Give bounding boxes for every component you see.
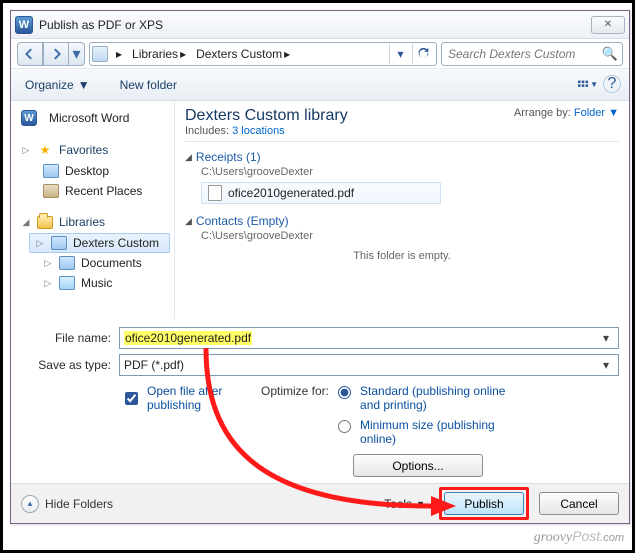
- star-icon: ★: [37, 142, 53, 158]
- nav-word[interactable]: WMicrosoft Word: [15, 107, 170, 129]
- search-box[interactable]: 🔍: [441, 42, 623, 66]
- nav-favorites[interactable]: ▷★Favorites: [15, 139, 170, 161]
- arrange-by-dropdown[interactable]: Folder ▼: [574, 107, 619, 119]
- pdf-file-icon: [208, 185, 222, 201]
- nav-back-forward: ▾: [17, 42, 85, 66]
- optimize-for-label: Optimize for:: [261, 384, 329, 398]
- group-header[interactable]: ◢Receipts (1): [185, 150, 619, 164]
- recent-icon: [43, 184, 59, 198]
- chevron-down-icon[interactable]: ▾: [598, 358, 614, 372]
- optimize-minimum-radio[interactable]: Minimum size (publishing online): [333, 418, 520, 446]
- view-mode-button[interactable]: ▼: [577, 75, 599, 95]
- optimize-standard-radio[interactable]: Standard (publishing online and printing…: [333, 384, 520, 412]
- group-header[interactable]: ◢Contacts (Empty): [185, 214, 619, 228]
- cancel-button[interactable]: Cancel: [539, 492, 619, 515]
- nav-back-button[interactable]: [17, 42, 43, 66]
- desktop-icon: [43, 164, 59, 178]
- file-name: ofice2010generated.pdf: [228, 186, 354, 200]
- search-icon: 🔍: [602, 46, 618, 62]
- refresh-button[interactable]: [412, 44, 434, 64]
- dialog-window: W Publish as PDF or XPS ✕ ▾ ▸ Libraries …: [10, 10, 630, 524]
- form-area: File name: ofice2010generated.pdf ▾ Save…: [11, 319, 629, 483]
- nav-forward-button[interactable]: [43, 42, 69, 66]
- group-path: C:\Users\grooveDexter: [201, 230, 619, 242]
- nav-recent[interactable]: Recent Places: [15, 181, 170, 201]
- nav-desktop[interactable]: Desktop: [15, 161, 170, 181]
- publish-button[interactable]: Publish: [444, 492, 524, 515]
- saveas-label: Save as type:: [21, 358, 111, 372]
- filename-value: ofice2010generated.pdf: [124, 331, 252, 345]
- empty-message: This folder is empty.: [185, 250, 619, 262]
- library-icon: [51, 236, 67, 250]
- crumb-folder[interactable]: Dexters Custom ▸: [192, 45, 294, 63]
- nav-dexters-custom[interactable]: ▷Dexters Custom: [29, 233, 170, 253]
- optimize-standard-input[interactable]: [338, 386, 351, 399]
- group-contacts: ◢Contacts (Empty) C:\Users\grooveDexter: [185, 214, 619, 242]
- location-icon: [92, 46, 108, 62]
- watermark: groovyPost.com: [534, 528, 624, 546]
- organize-menu[interactable]: Organize ▼: [19, 74, 96, 96]
- group-receipts: ◢Receipts (1) C:\Users\grooveDexter ofic…: [185, 150, 619, 204]
- includes-link[interactable]: 3 locations: [232, 125, 285, 137]
- nav-libraries[interactable]: ◢Libraries: [15, 211, 170, 233]
- address-bar[interactable]: ▸ Libraries ▸ Dexters Custom ▸ ▾: [89, 42, 437, 66]
- saveas-combo[interactable]: PDF (*.pdf) ▾: [119, 354, 619, 376]
- nav-documents[interactable]: ▷Documents: [15, 253, 170, 273]
- open-after-checkbox[interactable]: Open file after publishing: [121, 384, 261, 412]
- content-pane: Dexters Custom library Includes: 3 locat…: [175, 101, 629, 319]
- chevron-up-icon: ▲: [21, 495, 39, 513]
- window-title: Publish as PDF or XPS: [39, 18, 591, 32]
- address-row: ▾ ▸ Libraries ▸ Dexters Custom ▸ ▾ 🔍: [11, 39, 629, 69]
- toolbar: Organize ▼ New folder ▼ ?: [11, 69, 629, 101]
- new-folder-button[interactable]: New folder: [114, 74, 183, 96]
- crumb-libraries[interactable]: Libraries ▸: [128, 45, 190, 63]
- main-area: WMicrosoft Word ▷★Favorites Desktop Rece…: [11, 101, 629, 319]
- publish-highlight: Publish: [439, 487, 529, 520]
- file-item[interactable]: ofice2010generated.pdf: [201, 182, 441, 204]
- nav-history-dropdown[interactable]: ▾: [69, 42, 85, 66]
- help-button[interactable]: ?: [603, 75, 621, 93]
- includes-label: Includes:: [185, 125, 229, 137]
- hide-folders-button[interactable]: ▲ Hide Folders: [21, 495, 113, 513]
- library-title: Dexters Custom library: [185, 107, 348, 125]
- documents-icon: [59, 256, 75, 270]
- word-app-icon: W: [15, 16, 33, 34]
- music-icon: [59, 276, 75, 290]
- titlebar: W Publish as PDF or XPS ✕: [11, 11, 629, 39]
- options-button[interactable]: Options...: [353, 454, 483, 477]
- footer: ▲ Hide Folders Tools ▼ Publish Cancel: [11, 483, 629, 523]
- libraries-icon: [37, 214, 53, 230]
- close-button[interactable]: ✕: [591, 16, 625, 34]
- group-path: C:\Users\grooveDexter: [201, 166, 619, 178]
- open-after-input[interactable]: [125, 392, 138, 405]
- arrange-by-label: Arrange by:: [514, 107, 571, 119]
- filename-label: File name:: [21, 331, 111, 345]
- saveas-value: PDF (*.pdf): [124, 358, 184, 372]
- crumb-sep[interactable]: ▸: [112, 45, 126, 63]
- chevron-down-icon[interactable]: ▾: [598, 331, 614, 345]
- tools-menu[interactable]: Tools ▼: [380, 494, 429, 514]
- optimize-minimum-input[interactable]: [338, 420, 351, 433]
- addr-dropdown[interactable]: ▾: [389, 44, 411, 64]
- navigation-pane: WMicrosoft Word ▷★Favorites Desktop Rece…: [11, 101, 175, 319]
- filename-combo[interactable]: ofice2010generated.pdf ▾: [119, 327, 619, 349]
- search-input[interactable]: [446, 46, 602, 62]
- nav-music[interactable]: ▷Music: [15, 273, 170, 293]
